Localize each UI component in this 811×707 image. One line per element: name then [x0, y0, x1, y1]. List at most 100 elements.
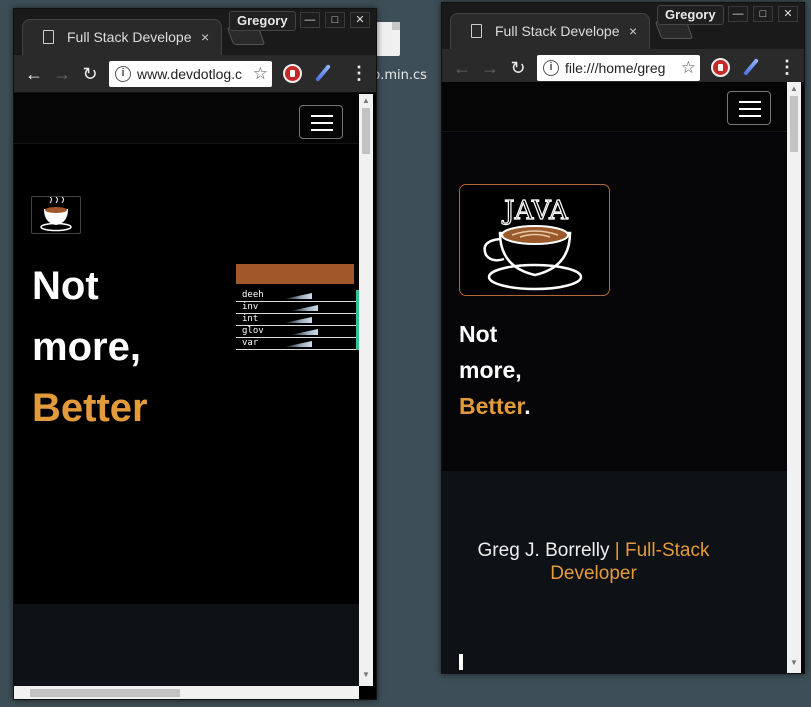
hero-line-3-suffix: .: [524, 393, 531, 419]
address-bar[interactable]: i file:///home/greg ☆: [537, 55, 700, 81]
overlay-row: glov: [236, 326, 360, 338]
minimize-button[interactable]: —: [728, 6, 748, 22]
overlay-row: var: [236, 338, 360, 350]
hero-line-3-accent: Better: [459, 393, 525, 419]
footer-separator: |: [609, 540, 625, 561]
hamburger-bar: [311, 129, 333, 131]
footer-credit: Greg J. Borrelly | Full-Stack Developer: [442, 539, 737, 585]
forward-button[interactable]: →: [52, 63, 72, 85]
navbar: [442, 82, 787, 132]
page-icon: [43, 30, 54, 44]
close-button[interactable]: ✕: [778, 6, 798, 22]
overlay-row-label: var: [242, 338, 259, 348]
reload-button[interactable]: ↻: [508, 57, 528, 79]
overlay-row-meter: [284, 293, 312, 299]
horizontal-scrollbar[interactable]: [14, 686, 359, 699]
overlay-row-label: glov: [242, 326, 264, 336]
user-badge[interactable]: Gregory: [657, 5, 724, 25]
page-footer: Greg J. Borrelly | Full-Stack Developer: [442, 471, 787, 673]
tab-close-icon[interactable]: ×: [629, 14, 637, 48]
right-titlebar: Full Stack Develope × Gregory — □ ✕: [442, 3, 804, 49]
back-button[interactable]: ←: [452, 57, 472, 79]
overlay-row-meter: [284, 341, 312, 347]
hero-line-2: more,: [459, 357, 522, 383]
overlay-row: inv: [236, 302, 360, 314]
site-logo[interactable]: JAVA: [459, 184, 610, 296]
desktop-file-label: p.min.cs: [372, 68, 427, 83]
scroll-up-arrow-icon[interactable]: ▲: [359, 96, 373, 105]
forward-button[interactable]: →: [480, 57, 500, 79]
adblock-extension-icon[interactable]: [283, 64, 302, 83]
menu-icon[interactable]: ⋮: [350, 63, 368, 83]
left-browser-window: Full Stack Develope × Gregory — □ ✕ ← → …: [13, 8, 377, 700]
logo-text: JAVA: [501, 196, 569, 226]
reload-button[interactable]: ↻: [80, 63, 100, 85]
right-browser-window: Full Stack Develope × Gregory — □ ✕ ← → …: [441, 2, 805, 674]
left-page-viewport: Not more, Better deeh inv int glov var ▲ ▼: [14, 94, 376, 699]
tab-close-icon[interactable]: ×: [201, 20, 209, 54]
pen-extension-icon[interactable]: [315, 64, 331, 82]
pen-extension-icon[interactable]: [743, 58, 759, 76]
overlay-rows: deeh inv int glov var: [236, 290, 360, 350]
hero-line-3-accent: Better: [32, 386, 147, 430]
menu-icon[interactable]: ⋮: [778, 57, 796, 77]
overlay-row-meter: [290, 329, 318, 335]
user-badge[interactable]: Gregory: [229, 11, 296, 31]
maximize-button[interactable]: □: [325, 12, 345, 28]
maximize-button[interactable]: □: [753, 6, 773, 22]
coffee-cup-icon: [40, 196, 72, 232]
site-logo[interactable]: [31, 196, 81, 234]
overlay-row-label: inv: [242, 302, 259, 312]
right-page-viewport: JAVA Not more, Better. Greg J. Borrelly …: [442, 82, 804, 673]
hamburger-menu-button[interactable]: [299, 105, 343, 139]
overlay-row-meter: [284, 317, 312, 323]
left-tab[interactable]: Full Stack Develope ×: [22, 19, 222, 55]
url-text: www.devdotlog.c: [137, 66, 243, 82]
left-toolbar: ← → ↻ i www.devdotlog.c ☆ ⋮: [14, 55, 376, 93]
overlay-row-meter: [290, 305, 318, 311]
bookmark-star-icon[interactable]: ☆: [681, 55, 696, 81]
desktop-file-icon[interactable]: p.min.cs: [372, 18, 432, 108]
hamburger-menu-button[interactable]: [727, 91, 771, 125]
minimize-button[interactable]: —: [300, 12, 320, 28]
info-icon[interactable]: i: [543, 60, 559, 76]
hamburger-bar: [311, 122, 333, 124]
url-text: file:///home/greg: [565, 60, 666, 76]
hamburger-bar: [739, 101, 761, 103]
overlay-widget: deeh inv int glov var: [236, 264, 360, 354]
hero-line-3: Better.: [459, 388, 531, 424]
vertical-scrollbar[interactable]: ▲ ▼: [787, 82, 801, 673]
close-button[interactable]: ✕: [350, 12, 370, 28]
navbar: [14, 94, 359, 144]
left-titlebar: Full Stack Develope × Gregory — □ ✕: [14, 9, 376, 55]
overlay-row: deeh: [236, 290, 360, 302]
hero-heading: Not more, Better: [32, 256, 147, 436]
scroll-down-arrow-icon[interactable]: ▼: [359, 670, 373, 679]
scrollbar-thumb[interactable]: [362, 108, 370, 154]
hscrollbar-thumb[interactable]: [30, 689, 180, 697]
file-icon: [376, 22, 400, 56]
overlay-row-label: deeh: [242, 290, 264, 300]
info-icon[interactable]: i: [115, 66, 131, 82]
hamburger-bar: [739, 115, 761, 117]
right-tab-title: Full Stack Develope: [495, 23, 620, 39]
overlay-row: int: [236, 314, 360, 326]
back-button[interactable]: ←: [24, 63, 44, 85]
hero-line-2: more,: [32, 325, 141, 369]
scroll-up-arrow-icon[interactable]: ▲: [787, 84, 801, 93]
scroll-down-arrow-icon[interactable]: ▼: [787, 658, 801, 667]
adblock-extension-icon[interactable]: [711, 58, 730, 77]
scrollbar-thumb[interactable]: [790, 96, 798, 152]
java-coffee-cup-icon: JAVA: [483, 195, 583, 291]
hero-line-1: Not: [32, 264, 99, 308]
right-tab[interactable]: Full Stack Develope ×: [450, 13, 650, 49]
footer-name: Greg J. Borrelly: [477, 540, 610, 561]
bookmark-star-icon[interactable]: ☆: [253, 61, 268, 87]
page-icon: [471, 24, 482, 38]
overlay-row-label: int: [242, 314, 259, 324]
vertical-scrollbar[interactable]: ▲ ▼: [359, 94, 373, 686]
text-cursor: [459, 654, 463, 670]
left-tab-title: Full Stack Develope: [67, 29, 192, 45]
address-bar[interactable]: i www.devdotlog.c ☆: [109, 61, 272, 87]
hero-heading: Not more, Better.: [459, 316, 531, 424]
